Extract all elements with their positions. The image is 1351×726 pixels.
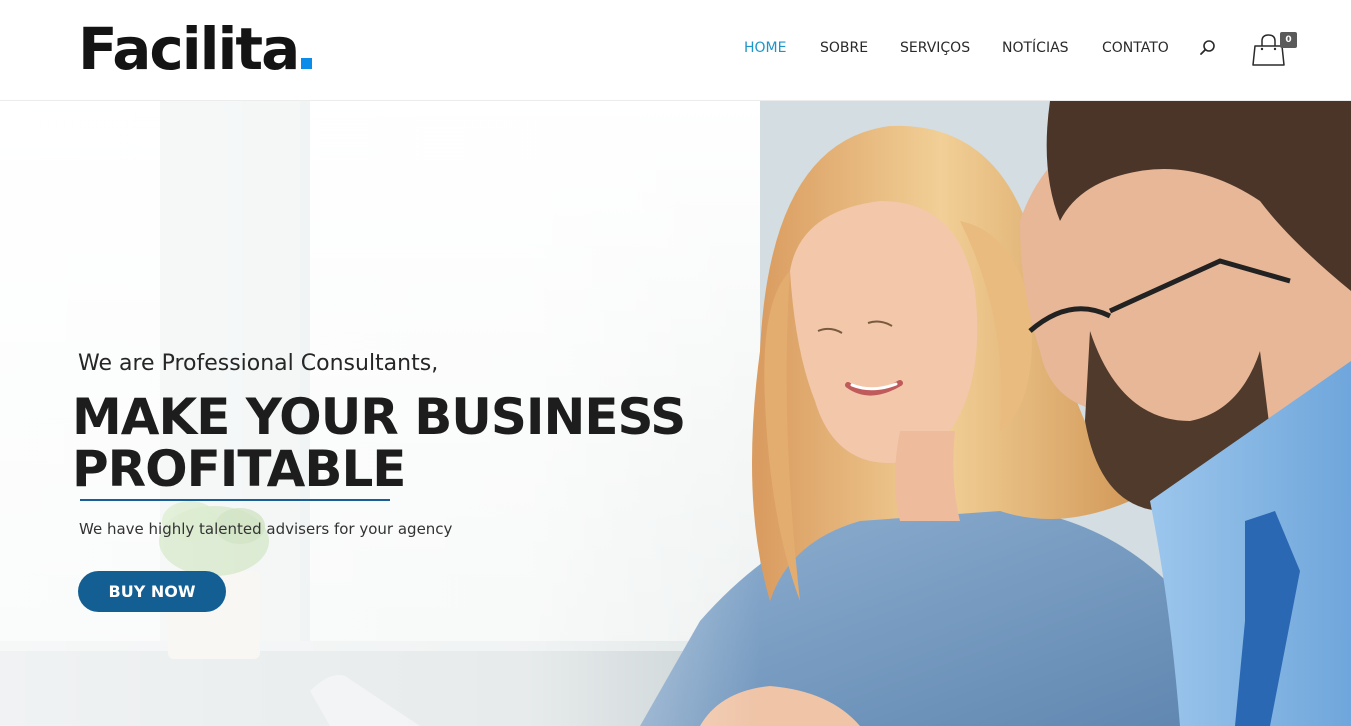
- hero-pretitle: We are Professional Consultants,: [78, 351, 439, 376]
- logo-dot: [301, 58, 313, 69]
- nav-item-noticias[interactable]: NOTÍCIAS: [1002, 40, 1069, 56]
- site-header: Facilita HOME SOBRE SERVIÇOS NOTÍCIAS CO…: [0, 0, 1351, 101]
- hero-subtitle: We have highly talented advisers for you…: [79, 520, 453, 538]
- hero-title-line-1: MAKE YOUR BUSINESS: [72, 388, 686, 446]
- search-icon[interactable]: [1199, 39, 1217, 57]
- hero-banner: We are Professional Consultants, MAKE YO…: [0, 101, 1351, 726]
- buy-now-button[interactable]: BUY NOW: [78, 571, 226, 612]
- hero-title-underline: [80, 499, 390, 501]
- logo-text: Facilita: [78, 15, 300, 83]
- cart-count-badge: 0: [1280, 32, 1297, 48]
- nav-item-servicos[interactable]: SERVIÇOS: [900, 40, 970, 56]
- logo[interactable]: Facilita: [78, 14, 313, 84]
- hero-title-line-2: PROFITABLE: [72, 440, 406, 498]
- cart-button[interactable]: 0: [1251, 32, 1299, 68]
- nav-item-home[interactable]: HOME: [744, 40, 786, 56]
- nav-item-contato[interactable]: CONTATO: [1102, 40, 1169, 56]
- nav-item-sobre[interactable]: SOBRE: [820, 40, 868, 56]
- hero-title: MAKE YOUR BUSINESS PROFITABLE: [72, 391, 712, 495]
